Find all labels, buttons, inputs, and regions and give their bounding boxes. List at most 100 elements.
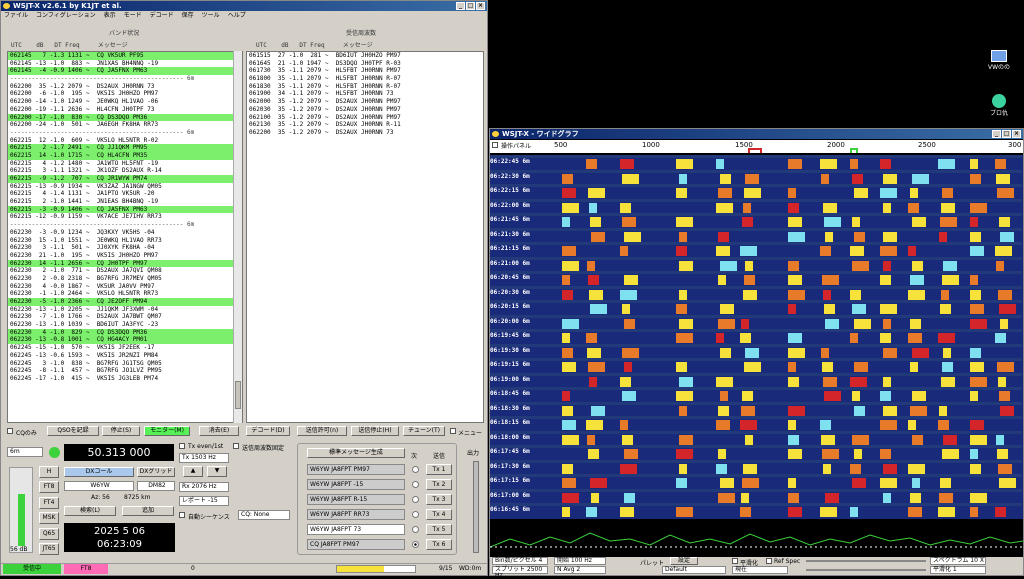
tx6-radio[interactable] (412, 541, 419, 548)
band-activity-row[interactable]: 062245 -8 -1.1 457 ~ BG7RFG JO1LVZ PM95 (8, 367, 242, 375)
band-activity-row[interactable]: ----------------------------------------… (8, 129, 242, 137)
stop-button[interactable]: 停止(S) (102, 426, 140, 436)
tx3-message[interactable]: W6YW JA8FPT R-15 (307, 494, 405, 505)
tx-even-checkbox[interactable] (179, 443, 185, 449)
rx-frequency-row[interactable]: 062200 35 -1.2 2079 ~ DS2AUX JH0RNN 73 (247, 129, 483, 137)
tx4-radio[interactable] (412, 511, 419, 518)
band-activity-list[interactable]: 062145 7 -1.3 1131 ~ CQ VK5UR PF95 062145… (7, 51, 243, 423)
tx3-button[interactable]: Tx 3 (426, 494, 452, 505)
rx-frequency-row[interactable]: 061515 27 -1.0 281 ~ BD6IUT JH0HZO PM97 (247, 52, 483, 60)
tx2-button[interactable]: Tx 2 (426, 479, 452, 490)
tx1-message[interactable]: W6YW JA8FPT PM97 (307, 464, 405, 475)
band-activity-row[interactable]: 062230 -13 -0.8 1001 ~ CQ HG4ACY PM01 (8, 336, 242, 345)
band-activity-row[interactable]: 062245 3 -1.0 838 ~ BG7RFG JG1TSG QM05 (8, 360, 242, 368)
band-activity-row[interactable]: 062230 -7 -1.0 1766 ~ DS2AUX JA7BWT QM07 (8, 313, 242, 321)
tx-to-rx-button[interactable]: ▲ (183, 466, 203, 477)
ft4-button[interactable]: FT4 (39, 497, 59, 509)
band-activity-row[interactable]: ----------------------------------------… (8, 75, 242, 83)
band-activity-row[interactable]: 062145 -4 -0.9 1406 ~ CQ JA5FNX PM63 (8, 67, 242, 76)
bins-field[interactable]: Bin数/ピクセル 4 (492, 557, 548, 565)
band-activity-row[interactable]: 062215 -3 -0.9 1406 ~ CQ JA5FNX PM63 (8, 205, 242, 214)
band-activity-row[interactable]: 062230 4 -0.0 1867 ~ VK5UR JA0VV PM97 (8, 283, 242, 291)
band-activity-row[interactable]: 062200 -6 -1.0 195 ~ VK5IS JH0HZO PM97 (8, 90, 242, 98)
tune-button[interactable]: チューン(T) (403, 426, 445, 436)
q65-button[interactable]: Q65 (39, 528, 59, 540)
band-activity-row[interactable]: 062200 -19 -1.1 2636 ~ HL4CFN JH0TPF 73 (8, 106, 242, 114)
rx-frequency-row[interactable]: 062100 35 -1.2 2079 ~ DS2AUX JH0RNN PM97 (247, 114, 483, 122)
flatten-checkbox[interactable] (732, 558, 738, 564)
rx-frequency-row[interactable]: 061900 34 -1.1 2079 ~ HL5FBT JH0RNN 73 (247, 90, 483, 98)
tx4-button[interactable]: Tx 4 (426, 509, 452, 520)
start-field[interactable]: 開始 100 Hz (554, 557, 606, 565)
band-activity-row[interactable]: 062230 -5 -1.0 2366 ~ CQ JE2OFF PM94 (8, 298, 242, 306)
band-activity-row[interactable]: 062215 4 -1.4 1131 ~ JA1PTO VK5UR -20 (8, 190, 242, 198)
band-activity-row[interactable]: 062200 -17 -1.0 830 ~ CQ DS3DQO PM36 (8, 113, 242, 122)
adjust-button[interactable]: 設定 (670, 557, 698, 565)
band-activity-row[interactable]: 062230 3 -1.1 501 ~ JJ0XYK FK8HA -04 (8, 244, 242, 252)
tx4-message[interactable]: W6YW JA8FPT RR73 (307, 509, 405, 520)
band-activity-row[interactable]: 062230 4 -1.0 829 ~ CQ DS3DQO PM36 (8, 328, 242, 337)
band-activity-row[interactable]: 062145 7 -1.3 1131 ~ CQ VK5UR PF95 (8, 52, 242, 60)
dx-call-field[interactable]: W6YW (64, 481, 134, 491)
lookup-button[interactable]: 検索(L) (64, 506, 116, 516)
maximize-button[interactable]: □ (466, 2, 475, 10)
waterfall-display[interactable]: 06:22:45 6m 06:22:30 6m 06:22:15 6m 06:22:0… (490, 155, 1023, 519)
tx1-radio[interactable] (412, 466, 419, 473)
band-scrollbar[interactable] (233, 51, 242, 423)
palette-select[interactable]: Default (662, 566, 726, 574)
current-select[interactable]: 現在 (732, 566, 788, 574)
gain-slider[interactable] (806, 560, 926, 562)
band-activity-row[interactable]: 062245 -15 -1.0 570 ~ VK5IS JF2EEK -17 (8, 344, 242, 352)
tx5-button[interactable]: Tx 5 (426, 524, 452, 535)
erase-button[interactable]: 消去(E) (199, 426, 239, 436)
report-field[interactable]: レポート -15 (179, 496, 229, 506)
rx-frequency-row[interactable]: 061730 35 -1.1 2079 ~ HL5FBT JH0RNN PM97 (247, 67, 483, 75)
hold-tx-checkbox[interactable] (233, 443, 239, 449)
add-button[interactable]: 追加 (122, 506, 174, 516)
band-activity-row[interactable]: 062200 -24 -1.0 501 ~ JA6EGH FK8HA RR73 (8, 121, 242, 129)
band-activity-row[interactable]: 062145 -13 -1.0 883 ~ JN1XAS BH4NNQ -19 (8, 60, 242, 68)
enable-tx-button[interactable]: 送信許可(n) (297, 426, 347, 436)
menu-config[interactable]: コンフィグレーション (36, 11, 96, 21)
band-activity-row[interactable]: 062230 15 -1.0 1551 ~ JE0WKQ HL1VAO RR73 (8, 237, 242, 245)
tx3-radio[interactable] (412, 496, 419, 503)
band-activity-row[interactable]: 062215 2 -1.0 1441 ~ JN1EAS BH4BNQ -19 (8, 198, 242, 206)
menu-checkbox[interactable] (450, 428, 456, 434)
band-activity-row[interactable]: 062215 12 -1.0 609 ~ VK5LO HL5NTR R-02 (8, 137, 242, 145)
wg-minimize-button[interactable]: _ (992, 130, 1001, 138)
band-activity-row[interactable]: 062215 -9 -1.2 707 ~ CQ JR1WYW PM74 (8, 175, 242, 183)
band-activity-row[interactable]: 062215 -12 -0.9 1159 ~ VK7ACE JE7IHV RR7… (8, 213, 242, 221)
rx-to-tx-button[interactable]: ▼ (207, 466, 227, 477)
band-activity-row[interactable]: ----------------------------------------… (8, 221, 242, 229)
menu-view[interactable]: 表示 (104, 11, 116, 21)
band-activity-row[interactable]: 062215 2 -1.7 2491 ~ CQ JJ1QKM PM95 (8, 144, 242, 152)
rx-frequency-row[interactable]: 061830 35 -1.1 2079 ~ HL5FBT JH0RNN R-07 (247, 83, 483, 91)
navg-field[interactable]: N Avg 2 (554, 566, 606, 574)
jt65-button[interactable]: JT65 (39, 543, 59, 555)
zero-slider[interactable] (806, 569, 926, 571)
tx2-radio[interactable] (412, 481, 419, 488)
rx-frequency-row[interactable]: 061645 21 -1.0 1947 ~ DS3DQO JH0TPF R-03 (247, 60, 483, 68)
band-activity-row[interactable]: 062230 -13 -1.0 2205 ~ JJ1QKM JF3XWM -04 (8, 306, 242, 314)
close-button[interactable]: × (476, 2, 485, 10)
control-panel-checkbox[interactable] (492, 142, 498, 148)
ft8-button[interactable]: FT8 (39, 481, 59, 493)
auto-seq-checkbox[interactable] (179, 512, 185, 518)
tx2-message[interactable]: W6YW JA8FPT -15 (307, 479, 405, 490)
band-activity-row[interactable]: 062245 -13 -0.6 1593 ~ VK5IS JR2NZI PM84 (8, 352, 242, 360)
menu-file[interactable]: ファイル (4, 11, 28, 21)
rx-frequency-list[interactable]: 061515 27 -1.0 281 ~ BD6IUT JH0HZO PM97 0… (246, 51, 484, 423)
menu-tools[interactable]: ツール (202, 11, 220, 21)
rx-freq-field[interactable]: Rx 2076 Hz (179, 482, 229, 492)
band-activity-row[interactable]: 062230 2 -1.0 771 ~ DS2AUX JA7QVI QM08 (8, 267, 242, 275)
band-activity-row[interactable]: 062230 -1 -1.0 2464 ~ VK5LO HL5NTR RR73 (8, 290, 242, 298)
menu-save[interactable]: 保存 (182, 11, 194, 21)
decode-button[interactable]: デコード(D) (246, 426, 290, 436)
gen-std-msgs-button[interactable]: 標準メッセージ生成 (307, 448, 405, 458)
band-activity-row[interactable]: 062245 -17 -1.0 415 ~ VK5IS JG3LEB PM74 (8, 375, 242, 383)
halt-tx-button[interactable]: 送信停止(H) (351, 426, 399, 436)
split-field[interactable]: スプリット 2500 Hz (492, 566, 548, 579)
cq-only-checkbox[interactable] (7, 428, 13, 434)
menu-decode[interactable]: デコード (150, 11, 174, 21)
rx-frequency-row[interactable]: 062000 35 -1.2 2079 ~ DS2AUX JH0RNN PM97 (247, 98, 483, 106)
